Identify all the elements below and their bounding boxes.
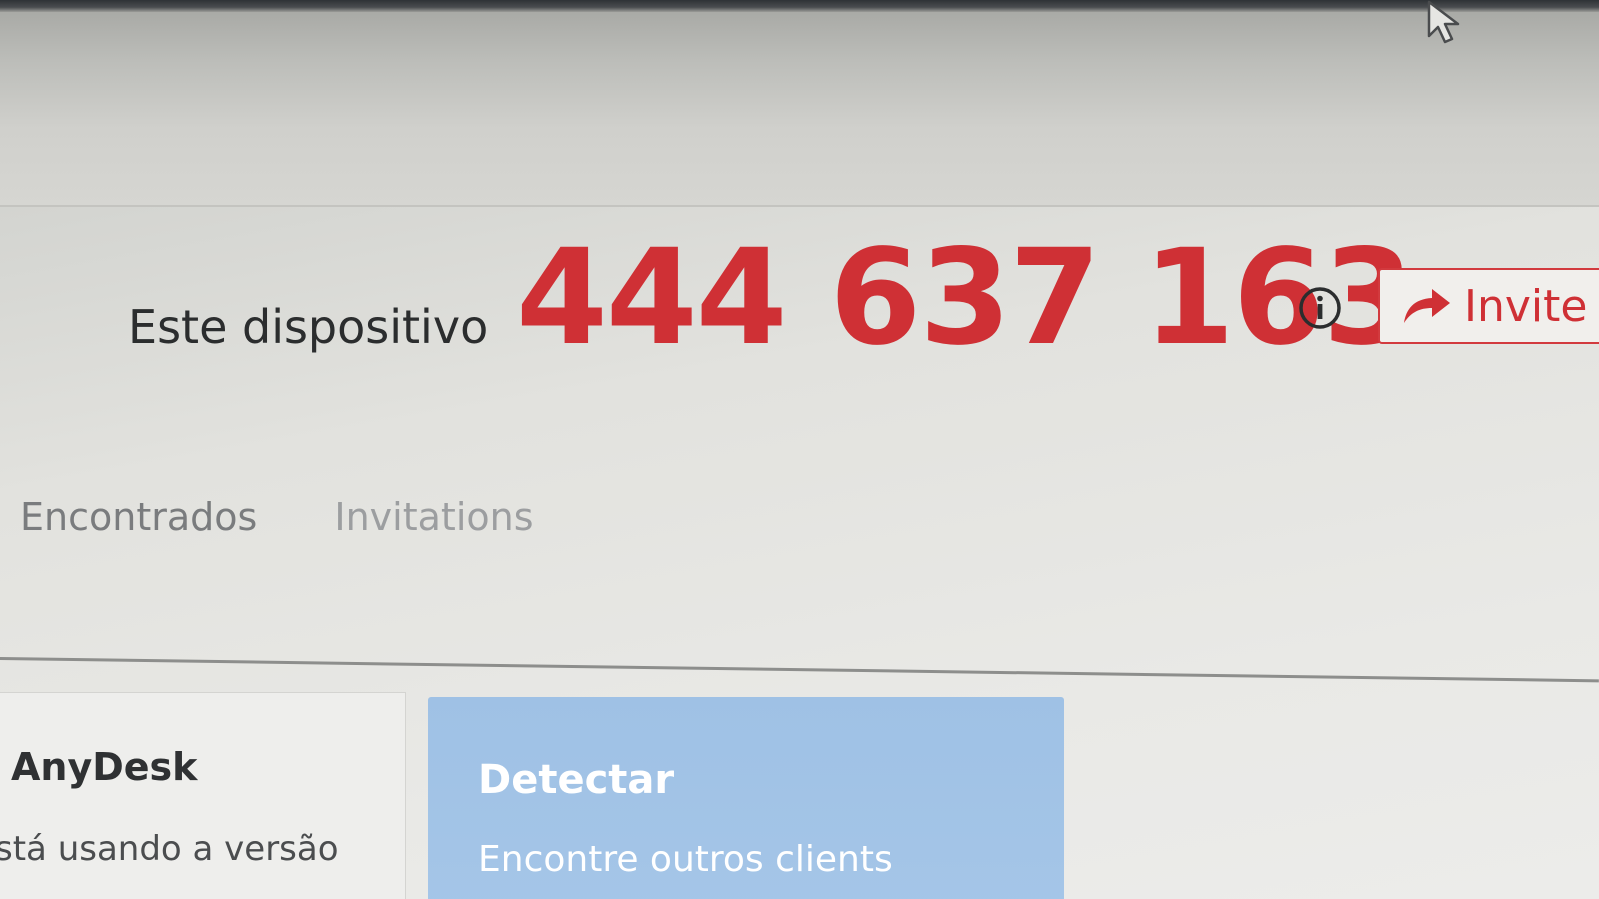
info-icon[interactable] xyxy=(1298,286,1342,330)
detect-card-title: Detectar xyxy=(478,757,675,803)
tab-bar: Encontrados Invitations xyxy=(20,495,606,539)
detect-card-text: Encontre outros clients xyxy=(478,839,893,880)
tab-encontrados[interactable]: Encontrados xyxy=(20,495,257,539)
device-label: Este dispositivo xyxy=(128,300,489,354)
invite-button-label: Invite xyxy=(1464,280,1588,332)
monitor-bezel xyxy=(0,0,1599,12)
window-top-band xyxy=(0,12,1599,207)
mouse-cursor-icon xyxy=(1427,0,1460,44)
tab-invitations[interactable]: Invitations xyxy=(334,495,533,539)
anydesk-card[interactable]: AnyDesk stá usando a versão xyxy=(0,692,406,899)
anydesk-card-text: stá usando a versão xyxy=(0,829,339,869)
detect-card[interactable]: Detectar Encontre outros clients xyxy=(428,697,1064,899)
share-arrow-icon xyxy=(1404,289,1450,323)
anydesk-card-title: AnyDesk xyxy=(11,745,198,789)
invite-button[interactable]: Invite xyxy=(1378,268,1599,344)
device-id: 444 637 163 xyxy=(516,221,1415,375)
